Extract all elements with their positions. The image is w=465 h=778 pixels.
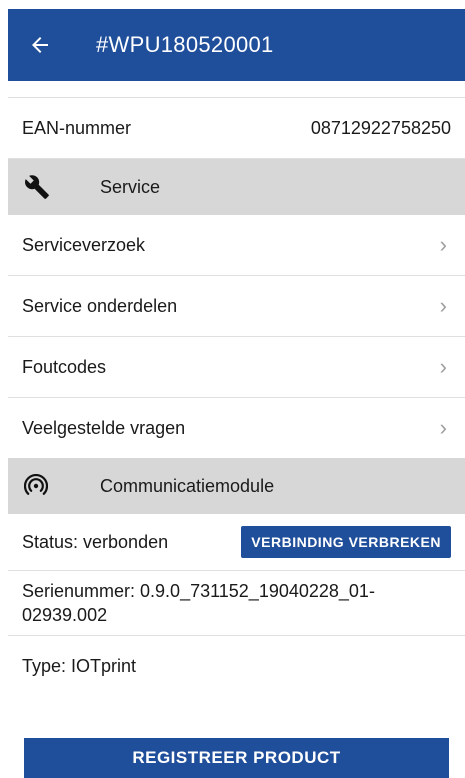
back-button[interactable] xyxy=(16,21,64,69)
status-row: Status: verbonden VERBINDING VERBREKEN xyxy=(8,514,465,571)
wrench-icon xyxy=(24,174,64,200)
type-text: Type: IOTprint xyxy=(22,655,137,676)
nav-item-service-onderdelen[interactable]: Service onderdelen › xyxy=(8,276,465,337)
status-text: Status: verbonden xyxy=(22,531,169,552)
ean-row: EAN-nummer 08712922758250 xyxy=(8,98,465,159)
wireless-signal-icon xyxy=(24,474,64,498)
chevron-right-icon: › xyxy=(439,415,447,440)
arrow-left-icon xyxy=(32,37,48,53)
ean-label: EAN-nummer xyxy=(22,117,132,138)
page-title: #WPU180520001 xyxy=(96,32,274,57)
nav-item-serviceverzoek[interactable]: Serviceverzoek › xyxy=(8,215,465,276)
disconnect-button[interactable]: VERBINDING VERBREKEN xyxy=(241,526,451,558)
chevron-right-icon: › xyxy=(439,293,447,318)
nav-item-foutcodes[interactable]: Foutcodes › xyxy=(8,337,465,398)
serial-row: Serienummer: 0.9.0_731152_19040228_01-02… xyxy=(8,571,465,636)
nav-item-veelgestelde-vragen[interactable]: Veelgestelde vragen › xyxy=(8,398,465,458)
chevron-right-icon: › xyxy=(439,232,447,257)
section-communicatiemodule: Communicatiemodule xyxy=(8,458,465,514)
nav-item-label: Serviceverzoek xyxy=(22,234,146,255)
nav-item-label: Foutcodes xyxy=(22,356,107,377)
content: EAN-nummer 08712922758250 Service Servic… xyxy=(8,81,465,696)
nav-item-label: Veelgestelde vragen xyxy=(22,417,186,438)
section-service-title: Service xyxy=(100,176,161,197)
section-comm-title: Communicatiemodule xyxy=(100,475,275,496)
ean-value: 08712922758250 xyxy=(310,117,451,138)
chevron-right-icon: › xyxy=(439,354,447,379)
section-service: Service xyxy=(8,159,465,215)
register-product-button[interactable]: REGISTREER PRODUCT xyxy=(24,738,449,778)
serial-text: Serienummer: 0.9.0_731152_19040228_01-02… xyxy=(22,581,375,625)
nav-item-label: Service onderdelen xyxy=(22,295,178,316)
type-row: Type: IOTprint xyxy=(8,636,465,696)
app-bar: #WPU180520001 xyxy=(8,9,465,81)
